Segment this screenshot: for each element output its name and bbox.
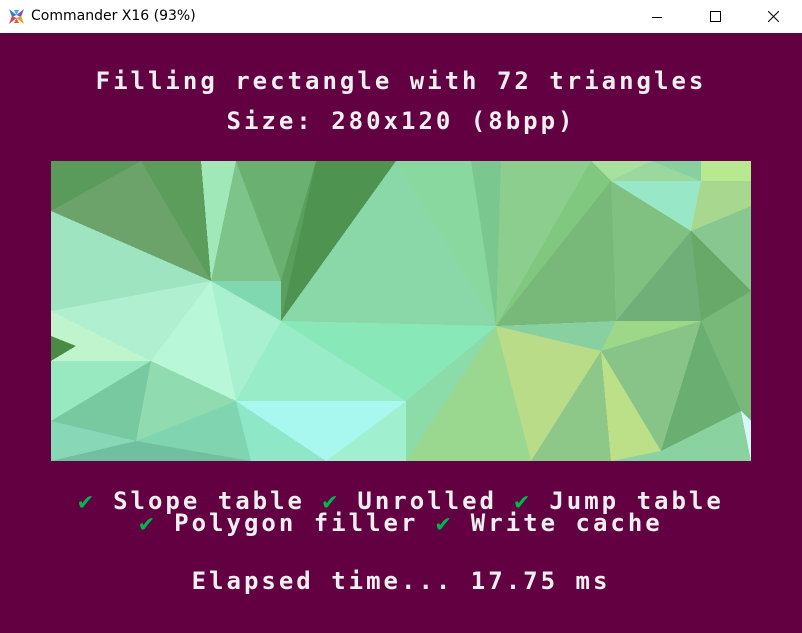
feature-write-cache: Write cache <box>470 509 663 537</box>
size-label: Size: 280x120 (8bpp) <box>226 107 576 135</box>
close-icon <box>767 11 779 22</box>
maximize-icon <box>709 11 721 22</box>
window-title: Commander X16 (93%) <box>31 8 196 24</box>
emulator-screen[interactable]: Filling rectangle with 72 triangles Size… <box>0 33 802 633</box>
feature-line-2: ✔ Polygon filler ✔ Write cache <box>0 511 802 535</box>
checkmark-icon: ✔ <box>139 509 157 537</box>
emulator-window: Commander X16 (93%) Filling rectangle wi… <box>0 0 802 633</box>
minimize-button[interactable] <box>628 0 686 33</box>
demo-heading: Filling rectangle with 72 triangles <box>95 67 707 95</box>
close-button[interactable] <box>744 0 802 33</box>
triangle-fill-canvas <box>51 161 751 461</box>
minimize-icon <box>652 16 662 18</box>
feature-polygon-filler: Polygon filler <box>174 509 419 537</box>
commander-x16-logo-icon <box>9 9 24 24</box>
elapsed-time-label: Elapsed time... 17.75 ms <box>191 567 611 595</box>
checkmark-icon: ✔ <box>435 509 454 537</box>
maximize-button[interactable] <box>686 0 744 33</box>
title-bar[interactable]: Commander X16 (93%) <box>0 0 802 33</box>
